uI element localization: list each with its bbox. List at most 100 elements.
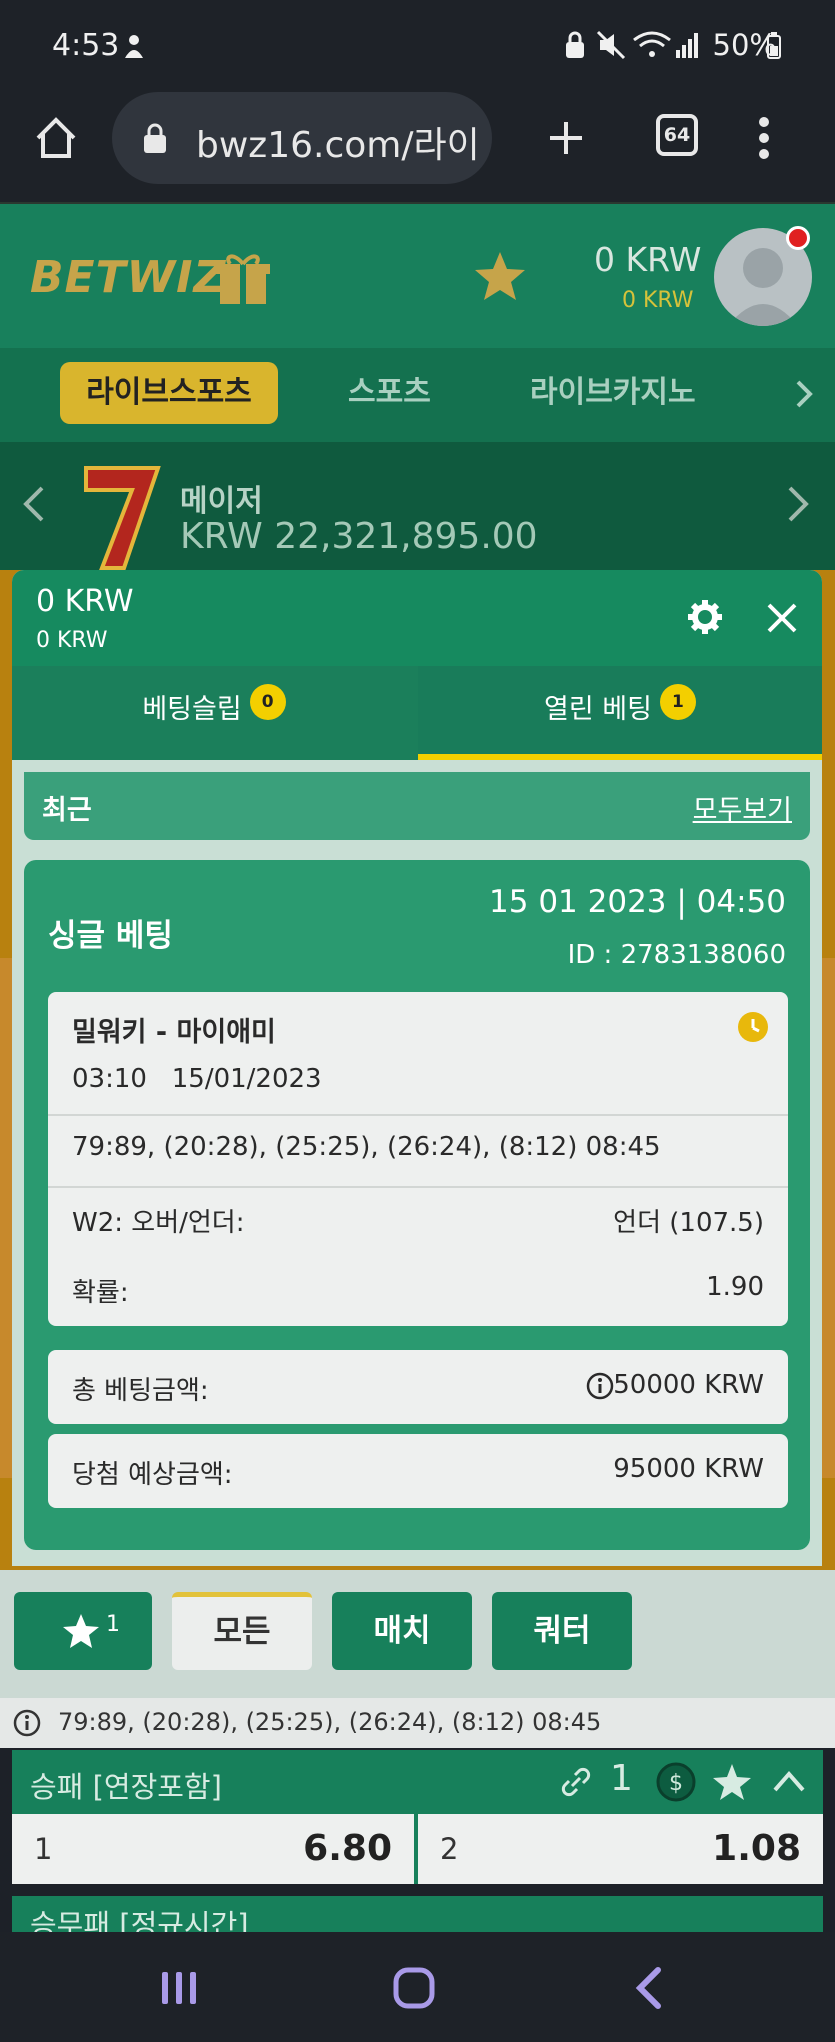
nav-live-casino[interactable]: 라이브카지노: [530, 362, 696, 424]
betslip-balance: 0 KRW: [36, 584, 134, 619]
tab-betslip-badge: 0: [249, 684, 286, 720]
market-header[interactable]: 승무패 [정규시간]: [12, 1896, 823, 1936]
recent-apps-icon[interactable]: [160, 1968, 200, 2008]
stake-row: 총 베팅금액: 50000 KRW: [48, 1350, 788, 1424]
stake-label: 총 베팅금액:: [72, 1376, 209, 1406]
chevron-up-icon[interactable]: [772, 1768, 806, 1794]
cashout-dollar-icon: $: [656, 1762, 696, 1802]
wifi-icon: [633, 31, 671, 57]
mute-icon: [596, 30, 626, 60]
outcome-odds: 1.08: [712, 1828, 801, 1869]
potential-win-row: 당첨 예상금액: 95000 KRW: [48, 1434, 788, 1508]
match-name: 밀워키 - 마이애미: [72, 1017, 276, 1048]
potential-win-label: 당첨 예상금액:: [72, 1460, 233, 1490]
favorite-star-icon[interactable]: [712, 1762, 752, 1802]
divider: [48, 1186, 788, 1188]
battery-icon: [767, 32, 781, 59]
bet-id: ID : 2783138060: [568, 940, 786, 970]
favorites-filter-button[interactable]: 1: [14, 1592, 152, 1670]
notification-dot: [786, 226, 810, 250]
potential-win-value: 95000 KRW: [613, 1454, 764, 1484]
signal-icon: [676, 33, 698, 58]
score-info-line: 79:89, (20:28), (25:25), (26:24), (8:12)…: [0, 1698, 835, 1748]
lock-icon: [144, 123, 166, 153]
jackpot-banner: 메이저 KRW 22,321,895.00: [0, 442, 835, 570]
outcome-label: 1: [34, 1832, 53, 1866]
lock-status-icon: [566, 31, 584, 58]
home-button-icon[interactable]: [392, 1966, 436, 2010]
chevron-right-icon[interactable]: [786, 484, 810, 524]
jackpot-amount: KRW 22,321,895.00: [180, 516, 538, 557]
info-icon: [13, 1709, 41, 1737]
system-navigation-bar: [0, 1932, 835, 2042]
favorites-count: 1: [106, 1612, 120, 1637]
url-text: bwz16.com/라이: [196, 125, 480, 166]
star-icon: [63, 1614, 99, 1648]
info-icon[interactable]: [586, 1372, 614, 1400]
view-all-link[interactable]: 모두보기: [693, 788, 792, 827]
status-time: 4:53: [52, 28, 120, 63]
divider: [48, 1114, 788, 1116]
recent-label: 최근: [42, 795, 92, 826]
market-title: 승패 [연장포함]: [30, 1770, 222, 1804]
betslip-bonus-balance: 0 KRW: [36, 628, 108, 653]
outcome-button-1[interactable]: 1 6.80: [12, 1814, 414, 1884]
filter-quarter[interactable]: 쿼터: [492, 1592, 632, 1670]
browser-toolbar: bwz16.com/라이 64: [0, 90, 835, 202]
bet-selection: 언더 (107.5): [613, 1208, 764, 1238]
market-header[interactable]: 승패 [연장포함] 1 $: [12, 1750, 823, 1814]
market-title: 승무패 [정규시간]: [30, 1908, 249, 1936]
tab-betslip[interactable]: 베팅슬립 0: [12, 666, 416, 760]
jackpot-seven-icon: [84, 466, 161, 570]
close-icon[interactable]: [766, 602, 798, 634]
bet-market: W2: 오버/언더:: [72, 1208, 245, 1238]
favorites-star-icon[interactable]: [474, 250, 526, 302]
outcome-label: 2: [440, 1832, 459, 1866]
market-link-count: 1: [610, 1758, 633, 1799]
menu-dots-icon[interactable]: [756, 116, 772, 160]
recent-bar: 최근 모두보기: [24, 772, 810, 840]
new-tab-icon[interactable]: [546, 118, 586, 158]
match-score: 79:89, (20:28), (25:25), (26:24), (8:12)…: [72, 1132, 661, 1162]
back-icon[interactable]: [632, 1966, 664, 2010]
match-date: 15/01/2023: [171, 1064, 322, 1094]
nav-live-sports[interactable]: 라이브스포츠: [60, 362, 278, 424]
tab-open-bets[interactable]: 열린 베팅 1: [418, 666, 822, 760]
betslip-tabs: 베팅슬립 0 열린 베팅 1: [12, 666, 822, 760]
home-icon[interactable]: [34, 116, 78, 160]
odds-value: 1.90: [706, 1272, 764, 1302]
nav-sports[interactable]: 스포츠: [348, 362, 431, 424]
bet-type: 싱글 베팅: [48, 918, 173, 954]
outcome-odds: 6.80: [303, 1828, 392, 1869]
betslip-header: 0 KRW 0 KRW: [12, 570, 822, 666]
score-info-text: 79:89, (20:28), (25:25), (26:24), (8:12)…: [58, 1708, 602, 1736]
market-filter-bar: 1 모든 매치 쿼터: [0, 1570, 835, 1698]
jackpot-title: 메이저: [180, 484, 263, 519]
chevron-left-icon[interactable]: [22, 484, 46, 524]
odds-label: 확률:: [72, 1278, 129, 1308]
header-bonus-balance: 0 KRW: [622, 288, 694, 313]
tab-betslip-label: 베팅슬립: [142, 694, 242, 725]
site-header: BETWIZ 0 KRW 0 KRW: [0, 202, 835, 348]
filter-match[interactable]: 매치: [332, 1592, 472, 1670]
gift-icon[interactable]: [214, 250, 272, 308]
bet-id-value: 2783138060: [620, 940, 786, 970]
match-time: 03:10: [72, 1064, 147, 1094]
tab-open-bets-badge: 1: [659, 684, 696, 720]
bet-datetime: 15 01 2023 | 04:50: [489, 884, 786, 920]
address-bar[interactable]: bwz16.com/라이: [112, 92, 492, 184]
chevron-right-icon[interactable]: [794, 378, 814, 410]
clock-icon: [738, 1012, 768, 1042]
main-nav: 라이브스포츠 스포츠 라이브카지노: [0, 348, 835, 442]
header-balance: 0 KRW: [594, 240, 702, 279]
tab-switcher-button[interactable]: 64: [656, 114, 698, 156]
notification-icon: [125, 35, 143, 58]
filter-all[interactable]: 모든: [172, 1592, 312, 1670]
betslip-panel: 0 KRW 0 KRW 베팅슬립 0 열린 베팅 1 최근 모두보기 싱글 베팅 1…: [12, 570, 822, 1566]
site-logo[interactable]: BETWIZ: [30, 252, 226, 303]
tab-open-bets-label: 열린 베팅: [544, 694, 652, 725]
settings-gear-icon[interactable]: [688, 600, 722, 634]
match-start: 03:10 15/01/2023: [72, 1064, 322, 1094]
svg-text:$: $: [669, 1771, 683, 1796]
outcome-button-2[interactable]: 2 1.08: [418, 1814, 823, 1884]
